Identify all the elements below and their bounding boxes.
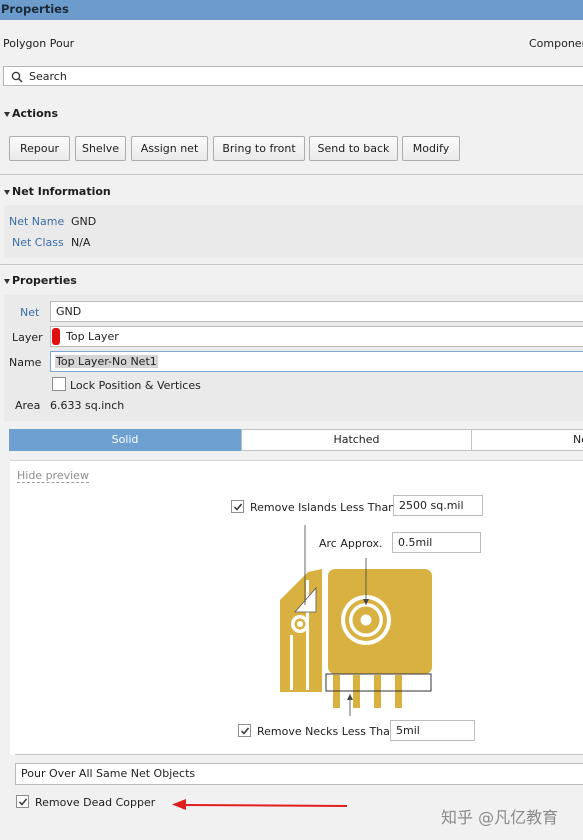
area-label: Area	[15, 399, 41, 412]
watermark-text: 知乎 @凡亿教育	[441, 808, 559, 827]
properties-section-label[interactable]: Properties	[12, 274, 77, 287]
remove-necks-value: 5mil	[396, 724, 420, 737]
net-info-section-label[interactable]: Net Information	[12, 185, 111, 198]
bring-to-front-button[interactable]: Bring to front	[213, 136, 305, 161]
remove-islands-input[interactable]: 2500 sq.mil	[393, 495, 483, 516]
checkmark-icon	[18, 798, 28, 806]
collapse-net-info-icon[interactable]	[4, 190, 10, 195]
layer-color-swatch	[52, 328, 60, 345]
net-name-value: GND	[71, 215, 97, 228]
section-divider	[0, 174, 583, 175]
search-input[interactable]: Search	[3, 66, 583, 86]
layer-label: Layer	[12, 331, 43, 344]
lock-position-checkbox[interactable]	[52, 377, 66, 391]
remove-dead-copper-checkbox[interactable]	[16, 795, 29, 808]
remove-necks-label: Remove Necks Less Than	[257, 725, 397, 738]
net-info-panel	[4, 205, 583, 258]
layer-select-value: Top Layer	[66, 330, 119, 343]
object-type-label: Polygon Pour	[3, 37, 75, 50]
name-label: Name	[9, 356, 42, 369]
panel-title-bar: Properties	[0, 0, 583, 20]
layer-select[interactable]: Top Layer	[50, 326, 583, 347]
repour-button[interactable]: Repour	[9, 136, 70, 161]
remove-dead-copper-label: Remove Dead Copper	[35, 796, 156, 809]
components-filter-label[interactable]: Componer	[529, 37, 583, 50]
net-select[interactable]: GND	[50, 301, 583, 322]
lock-position-label: Lock Position & Vertices	[70, 379, 201, 392]
actions-section-label[interactable]: Actions	[12, 107, 58, 120]
remove-islands-checkbox[interactable]	[231, 500, 244, 513]
search-icon	[11, 71, 23, 83]
net-name-label: Net Name	[9, 215, 65, 228]
shelve-button[interactable]: Shelve	[75, 136, 126, 161]
collapse-properties-icon[interactable]	[4, 279, 10, 284]
area-value: 6.633 sq.inch	[50, 399, 125, 412]
modify-button[interactable]: Modify	[402, 136, 460, 161]
remove-islands-value: 2500 sq.mil	[399, 499, 464, 512]
checkmark-icon	[240, 727, 250, 735]
fill-mode-solid-tab[interactable]: Solid	[9, 429, 241, 451]
pour-over-select[interactable]: Pour Over All Same Net Objects	[15, 763, 583, 785]
net-class-label: Net Class	[12, 236, 64, 249]
remove-necks-input[interactable]: 5mil	[390, 720, 475, 741]
pour-over-value: Pour Over All Same Net Objects	[21, 767, 196, 780]
remove-necks-checkbox[interactable]	[238, 724, 251, 737]
remove-islands-label: Remove Islands Less Than	[250, 501, 396, 514]
section-divider	[0, 264, 583, 265]
polygon-pour-preview-illustration	[280, 525, 432, 716]
net-label: Net	[20, 306, 40, 319]
search-placeholder: Search	[29, 70, 67, 83]
panel-title: Properties	[1, 2, 69, 16]
net-select-value: GND	[56, 305, 82, 318]
name-input-value: Top Layer-No Net1	[55, 355, 158, 368]
assign-net-button[interactable]: Assign net	[131, 136, 208, 161]
collapse-actions-icon[interactable]	[4, 112, 10, 117]
fill-mode-hatched-tab[interactable]: Hatched	[241, 429, 472, 451]
preview-bottom-divider	[15, 754, 583, 755]
net-class-value: N/A	[71, 236, 91, 249]
red-annotation-arrow-icon	[172, 799, 348, 810]
hide-preview-link[interactable]: Hide preview	[17, 469, 89, 483]
checkmark-icon	[233, 503, 243, 511]
send-to-back-button[interactable]: Send to back	[309, 136, 398, 161]
fill-mode-none-tab[interactable]: No	[471, 429, 583, 451]
name-input[interactable]: Top Layer-No Net1	[50, 351, 583, 372]
